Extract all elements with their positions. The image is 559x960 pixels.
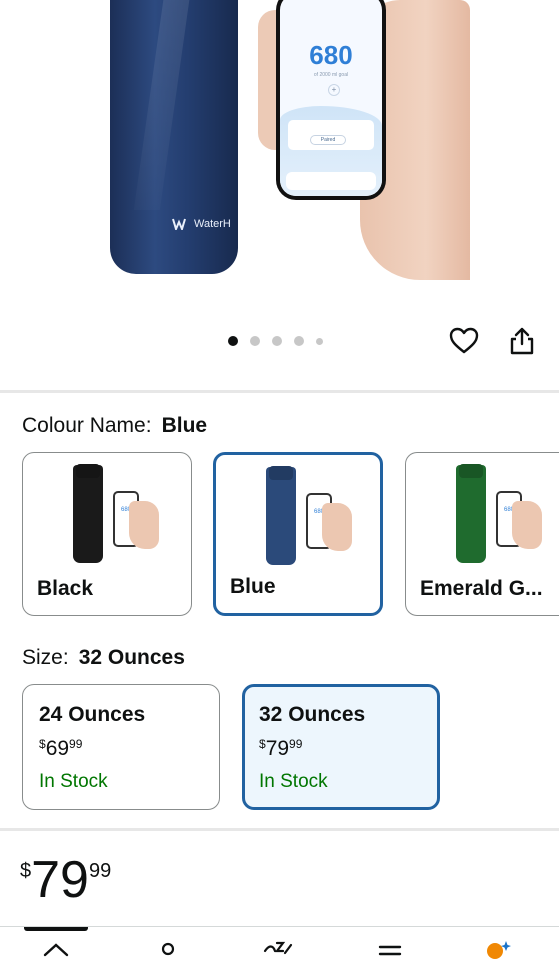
section-divider <box>0 828 559 831</box>
colour-thumbnail: 680 <box>73 465 163 563</box>
bottle-image: WaterH <box>110 0 238 274</box>
heart-icon <box>449 327 479 354</box>
carousel-dot[interactable] <box>272 336 282 346</box>
colour-selected-value: Blue <box>161 414 208 437</box>
colour-name-row: Colour Name: Blue <box>22 414 207 438</box>
product-image[interactable]: WaterH 680 of 2000 ml goal + Paired <box>0 0 559 300</box>
rufus-icon <box>487 941 511 959</box>
phone-image: 680 of 2000 ml goal + Paired <box>276 0 386 200</box>
size-selected-value: 32 Ounces <box>78 646 185 669</box>
size-option-price: $79 99 <box>259 737 303 760</box>
carousel-dot[interactable] <box>294 336 304 346</box>
colour-option-label: Emerald G... <box>420 577 543 600</box>
colour-option-black[interactable]: 680 Black <box>22 452 192 616</box>
colour-option-emerald-green[interactable]: 680 Emerald G... <box>405 452 559 616</box>
nav-ai-assistant[interactable] <box>258 939 298 960</box>
colour-label: Colour Name: <box>22 414 152 437</box>
product-price: $79 99 <box>20 851 112 909</box>
phone-paired-status: Paired <box>310 135 346 145</box>
stock-status: In Stock <box>39 771 108 792</box>
account-icon <box>161 942 175 956</box>
stock-status: In Stock <box>259 771 328 792</box>
carousel-dot[interactable] <box>316 337 323 345</box>
share-button[interactable] <box>507 326 537 356</box>
size-option-name: 32 Ounces <box>259 703 366 726</box>
nav-home[interactable] <box>36 939 76 960</box>
size-option-24-ounces[interactable]: 24 Ounces $69 99 In Stock <box>22 684 220 810</box>
nav-account[interactable] <box>148 939 188 960</box>
nav-rufus[interactable] <box>478 939 518 960</box>
share-icon <box>510 327 534 355</box>
image-carousel-dots[interactable] <box>228 336 323 346</box>
wishlist-button[interactable] <box>449 326 479 356</box>
active-tab-indicator <box>24 927 88 931</box>
carousel-dot[interactable] <box>228 336 238 346</box>
size-option-32-ounces[interactable]: 32 Ounces $79 99 In Stock <box>242 684 440 810</box>
colour-thumbnail: 680 <box>456 465 546 563</box>
colour-option-label: Black <box>37 577 94 600</box>
bottom-navigation <box>0 926 559 960</box>
carousel-dot[interactable] <box>250 336 260 346</box>
nav-menu[interactable] <box>370 939 410 960</box>
colour-thumbnail: 680 <box>266 467 356 565</box>
size-option-price: $69 99 <box>39 737 83 760</box>
phone-goal-text: of 2000 ml goal <box>313 72 349 78</box>
size-option-name: 24 Ounces <box>39 703 146 726</box>
bottle-brand-logo: WaterH <box>172 218 231 230</box>
size-label: Size: <box>22 646 69 669</box>
section-divider <box>0 390 559 393</box>
ai-assistant-icon <box>263 941 293 955</box>
phone-intake-value: 680 <box>309 40 353 70</box>
home-icon <box>43 943 69 957</box>
menu-icon <box>378 945 402 956</box>
colour-option-blue[interactable]: 680 Blue <box>213 452 383 616</box>
colour-option-label: Blue <box>230 575 276 598</box>
size-row: Size: 32 Ounces <box>22 646 185 670</box>
